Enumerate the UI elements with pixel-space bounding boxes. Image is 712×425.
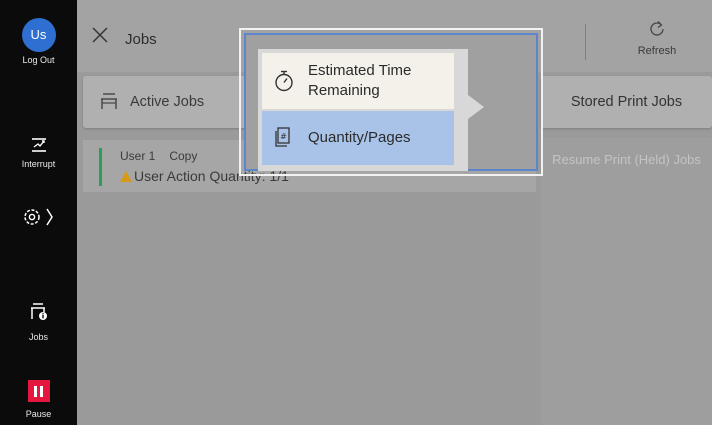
- pause-icon: [27, 380, 50, 402]
- job-status-bar: [99, 148, 102, 186]
- interrupt-icon: [0, 134, 77, 156]
- svg-text:#: #: [280, 132, 287, 141]
- tab-stored-print-jobs-label: Stored Print Jobs: [570, 94, 683, 110]
- page-title: Jobs: [125, 31, 157, 48]
- jobs-nav-label: Jobs: [28, 332, 48, 342]
- tab-active-jobs[interactable]: Active Jobs: [83, 76, 250, 128]
- tab-stored-print-jobs[interactable]: Stored Print Jobs: [541, 76, 712, 128]
- pause-button[interactable]: Pause: [0, 380, 77, 419]
- menu-item-estimated-time-label: Estimated Time Remaining: [308, 62, 412, 99]
- menu-item-quantity-pages[interactable]: # Quantity/Pages: [262, 111, 454, 165]
- display-options-popup: Estimated Time Remaining # Quantity/Page…: [239, 28, 543, 176]
- stopwatch-icon: [274, 70, 294, 97]
- user-avatar: Us: [21, 18, 56, 52]
- header-divider: [585, 24, 586, 60]
- refresh-button[interactable]: Refresh: [617, 20, 697, 57]
- pause-label: Pause: [25, 409, 52, 419]
- device-settings-button[interactable]: [0, 206, 77, 228]
- tab-active-jobs-label: Active Jobs: [130, 94, 205, 110]
- close-icon[interactable]: [91, 26, 109, 49]
- menu-item-estimated-time[interactable]: Estimated Time Remaining: [262, 53, 454, 109]
- left-sidebar: Us Log Out Interrupt Jobs Pause: [0, 0, 77, 425]
- popup-pointer: [468, 95, 484, 119]
- refresh-icon: [617, 20, 697, 43]
- job-type: Copy: [169, 149, 198, 163]
- job-owner-line: User 1 Copy: [120, 149, 197, 163]
- menu-item-quantity-pages-label: Quantity/Pages: [308, 129, 411, 146]
- resume-held-jobs-button[interactable]: Resume Print (Held) Jobs: [549, 150, 704, 170]
- gear-icon: [0, 206, 77, 228]
- display-options-menu: Estimated Time Remaining # Quantity/Page…: [258, 49, 468, 171]
- popup-frame: Estimated Time Remaining # Quantity/Page…: [244, 33, 538, 171]
- interrupt-label: Interrupt: [21, 159, 56, 169]
- job-status: User Action: [134, 168, 206, 184]
- job-user: User 1: [120, 149, 156, 163]
- warning-icon: [120, 171, 132, 182]
- jobs-nav-button[interactable]: Jobs: [0, 300, 77, 342]
- jobs-tray-icon: [99, 91, 119, 116]
- logout-label: Log Out: [22, 55, 55, 65]
- jobs-icon: [0, 300, 77, 322]
- logout-button[interactable]: Us Log Out: [0, 18, 77, 65]
- interrupt-button[interactable]: Interrupt: [0, 134, 77, 169]
- document-hash-icon: #: [274, 127, 292, 152]
- refresh-label: Refresh: [637, 45, 677, 57]
- right-panel: Resume Print (Held) Jobs: [541, 138, 712, 425]
